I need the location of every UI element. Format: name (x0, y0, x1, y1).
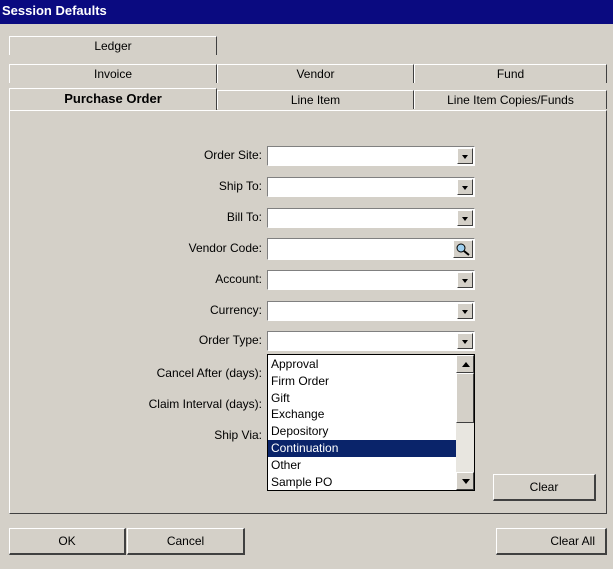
order-type-label: Order Type: (198, 333, 262, 347)
order-type-dropdown-list[interactable]: Approval Firm Order Gift Exchange Depository… (267, 354, 475, 491)
tab-ledger-label: Ledger (94, 39, 132, 53)
bill-to-select[interactable] (267, 208, 475, 228)
bill-to-dropdown-button[interactable] (457, 210, 473, 226)
scroll-down-button[interactable] (456, 472, 474, 490)
order-type-select[interactable] (267, 331, 475, 351)
tab-vendor[interactable]: Vendor (217, 64, 414, 83)
tab-line-item[interactable]: Line Item (217, 90, 414, 109)
clear-button-label: Clear (529, 480, 559, 494)
chevron-down-icon (462, 279, 468, 283)
clear-button[interactable]: Clear (493, 474, 596, 501)
currency-dropdown-button[interactable] (457, 303, 473, 319)
tab-purchase-order-label: Purchase Order (64, 91, 162, 106)
chevron-down-icon (462, 155, 468, 159)
tab-vendor-label: Vendor (296, 67, 335, 81)
order-site-select[interactable] (267, 146, 475, 166)
order-type-option[interactable]: Exchange (268, 406, 456, 423)
cancel-after-label: Cancel After (days): (156, 366, 262, 380)
order-site-dropdown-button[interactable] (457, 148, 473, 164)
clear-all-button[interactable]: Clear All (496, 528, 607, 555)
vendor-code-label: Vendor Code: (188, 241, 262, 255)
ship-to-select[interactable] (267, 177, 475, 197)
scroll-thumb[interactable] (456, 373, 474, 423)
scroll-up-button[interactable] (456, 355, 474, 373)
magnifier-icon (456, 243, 470, 256)
cancel-button[interactable]: Cancel (127, 528, 245, 555)
order-type-options: Approval Firm Order Gift Exchange Depository… (268, 356, 456, 490)
tab-purchase-order[interactable]: Purchase Order (9, 88, 217, 110)
tab-line-item-label: Line Item (290, 93, 341, 107)
cancel-button-label: Cancel (166, 534, 205, 548)
account-dropdown-button[interactable] (457, 272, 473, 288)
tab-line-item-copies-funds-label: Line Item Copies/Funds (447, 93, 574, 107)
order-type-dropdown-button[interactable] (457, 333, 473, 349)
tab-invoice-label: Invoice (93, 67, 133, 81)
window-title: Session Defaults (0, 0, 613, 24)
tab-fund-label: Fund (496, 67, 525, 81)
claim-interval-label: Claim Interval (days): (148, 397, 262, 411)
chevron-down-icon (462, 217, 468, 221)
order-type-option[interactable]: Depository (268, 423, 456, 440)
tab-fund[interactable]: Fund (414, 64, 607, 83)
order-site-label: Order Site: (203, 148, 262, 162)
currency-label: Currency: (209, 303, 262, 317)
order-type-option[interactable]: Gift (268, 390, 456, 407)
dropdown-scrollbar[interactable] (456, 355, 474, 490)
order-type-option[interactable]: Firm Order (268, 373, 456, 390)
chevron-up-icon (462, 362, 470, 367)
currency-select[interactable] (267, 301, 475, 321)
bill-to-label: Bill To: (226, 210, 262, 224)
vendor-code-field[interactable] (267, 238, 475, 260)
chevron-down-icon (462, 310, 468, 314)
tab-line-item-copies-funds[interactable]: Line Item Copies/Funds (414, 90, 607, 109)
chevron-down-icon (462, 186, 468, 190)
order-type-option[interactable]: Sample PO (268, 474, 456, 491)
ship-to-label: Ship To: (218, 179, 262, 193)
order-type-option[interactable]: Approval (268, 356, 456, 373)
ok-button[interactable]: OK (9, 528, 126, 555)
clear-all-button-label: Clear All (550, 534, 595, 548)
tab-ledger[interactable]: Ledger (9, 36, 217, 55)
chevron-down-icon (462, 479, 470, 484)
tab-invoice[interactable]: Invoice (9, 64, 217, 83)
ok-button-label: OK (58, 534, 76, 548)
order-type-option[interactable]: Continuation (268, 439, 456, 457)
ship-via-label: Ship Via: (214, 428, 262, 442)
ship-to-dropdown-button[interactable] (457, 179, 473, 195)
account-select[interactable] (267, 270, 475, 290)
chevron-down-icon (462, 340, 468, 344)
order-type-option[interactable]: Other (268, 457, 456, 474)
account-label: Account: (215, 272, 262, 286)
vendor-lookup-button[interactable] (453, 240, 473, 258)
